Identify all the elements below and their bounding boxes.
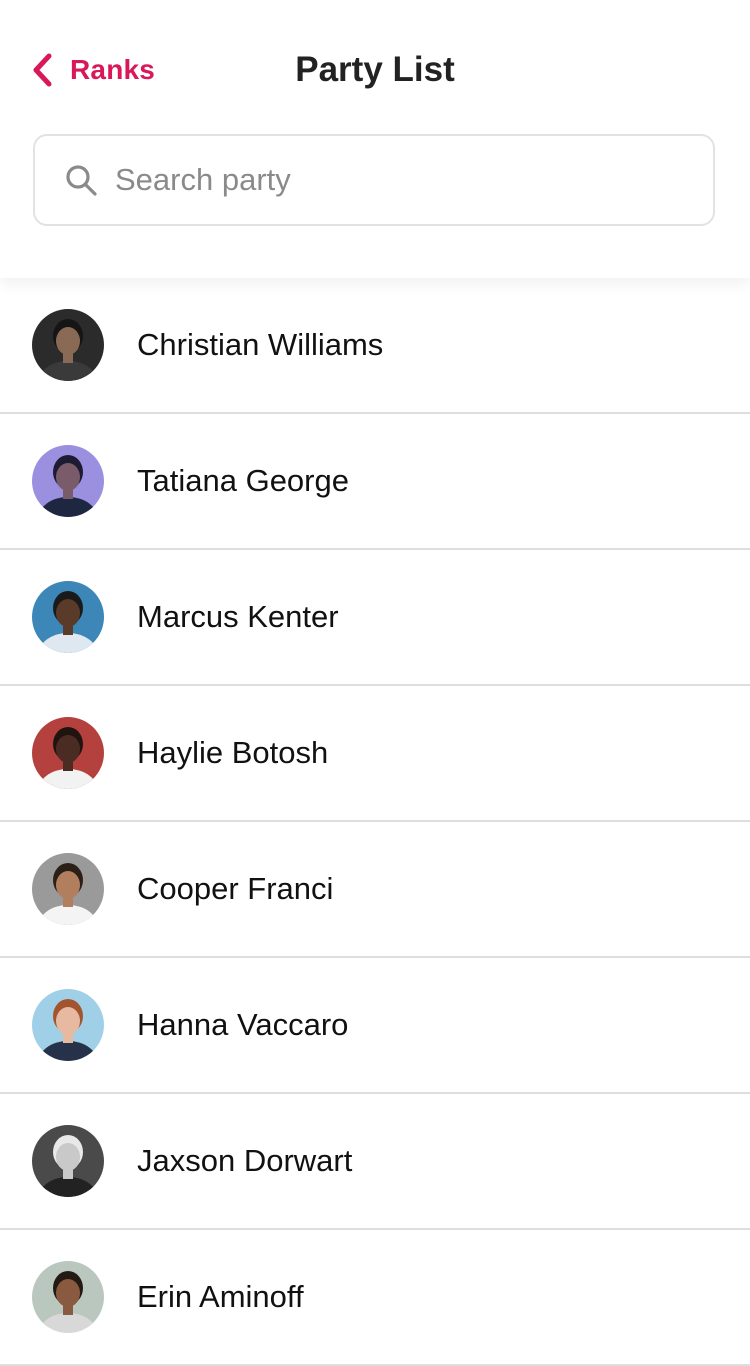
party-name: Cooper Franci — [137, 871, 334, 906]
party-name: Christian Williams — [137, 327, 384, 362]
search-icon — [66, 165, 97, 196]
party-row[interactable]: Christian Williams — [0, 278, 750, 414]
party-row[interactable]: Erin Aminoff — [0, 1230, 750, 1366]
avatar — [32, 853, 104, 925]
search-input[interactable] — [113, 161, 677, 199]
party-row[interactable]: Cooper Franci — [0, 822, 750, 958]
party-name: Haylie Botosh — [137, 735, 329, 770]
party-row[interactable]: Hanna Vaccaro — [0, 958, 750, 1094]
party-name: Jaxson Dorwart — [137, 1143, 353, 1178]
party-name: Tatiana George — [137, 463, 349, 498]
avatar — [32, 989, 104, 1061]
party-row[interactable]: Jaxson Dorwart — [0, 1094, 750, 1230]
page-title: Party List — [295, 50, 455, 89]
avatar — [32, 1261, 104, 1333]
party-row[interactable]: Haylie Botosh — [0, 686, 750, 822]
avatar — [32, 309, 104, 381]
party-name: Erin Aminoff — [137, 1279, 304, 1314]
avatar — [32, 717, 104, 789]
avatar — [32, 581, 104, 653]
party-name: Marcus Kenter — [137, 599, 339, 634]
avatar — [32, 1125, 104, 1197]
party-row[interactable]: Tatiana George — [0, 414, 750, 550]
search-bar[interactable] — [33, 134, 715, 226]
avatar — [32, 445, 104, 517]
party-list: Christian Williams Tatiana George Marcus… — [0, 278, 750, 1366]
party-name: Hanna Vaccaro — [137, 1007, 349, 1042]
top-bar: Ranks Party List — [0, 0, 750, 278]
party-row[interactable]: Marcus Kenter — [0, 550, 750, 686]
